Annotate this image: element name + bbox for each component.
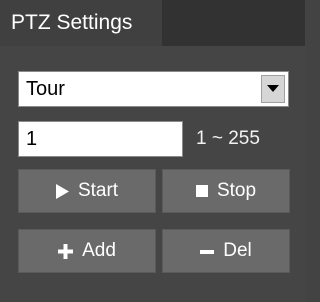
delete-button[interactable]: Del [162, 229, 290, 273]
start-button-label: Start [77, 180, 119, 201]
start-button[interactable]: Start [18, 169, 156, 213]
add-button-label: Add [82, 240, 116, 261]
chevron-down-icon [267, 85, 279, 92]
mode-select[interactable]: Tour [18, 71, 289, 107]
panel-header: PTZ Settings [0, 0, 305, 46]
tour-number-input[interactable] [18, 121, 183, 157]
delete-button-label: Del [223, 240, 252, 261]
play-icon [55, 183, 69, 199]
dropdown-arrow-button[interactable] [261, 75, 285, 103]
ptz-settings-panel: PTZ Settings Tour 1 ~ 255 Start Stop Add [0, 0, 305, 302]
add-button[interactable]: Add [18, 229, 156, 273]
tour-number-range: 1 ~ 255 [196, 128, 260, 149]
plus-icon [58, 243, 74, 259]
panel-title: PTZ Settings [11, 11, 133, 34]
minus-icon [200, 249, 215, 254]
tab-ptz-settings[interactable]: PTZ Settings [0, 0, 162, 46]
mode-select-value: Tour [26, 78, 65, 100]
stop-button-label: Stop [216, 180, 257, 201]
stop-icon [195, 185, 208, 197]
stop-button[interactable]: Stop [162, 169, 290, 213]
